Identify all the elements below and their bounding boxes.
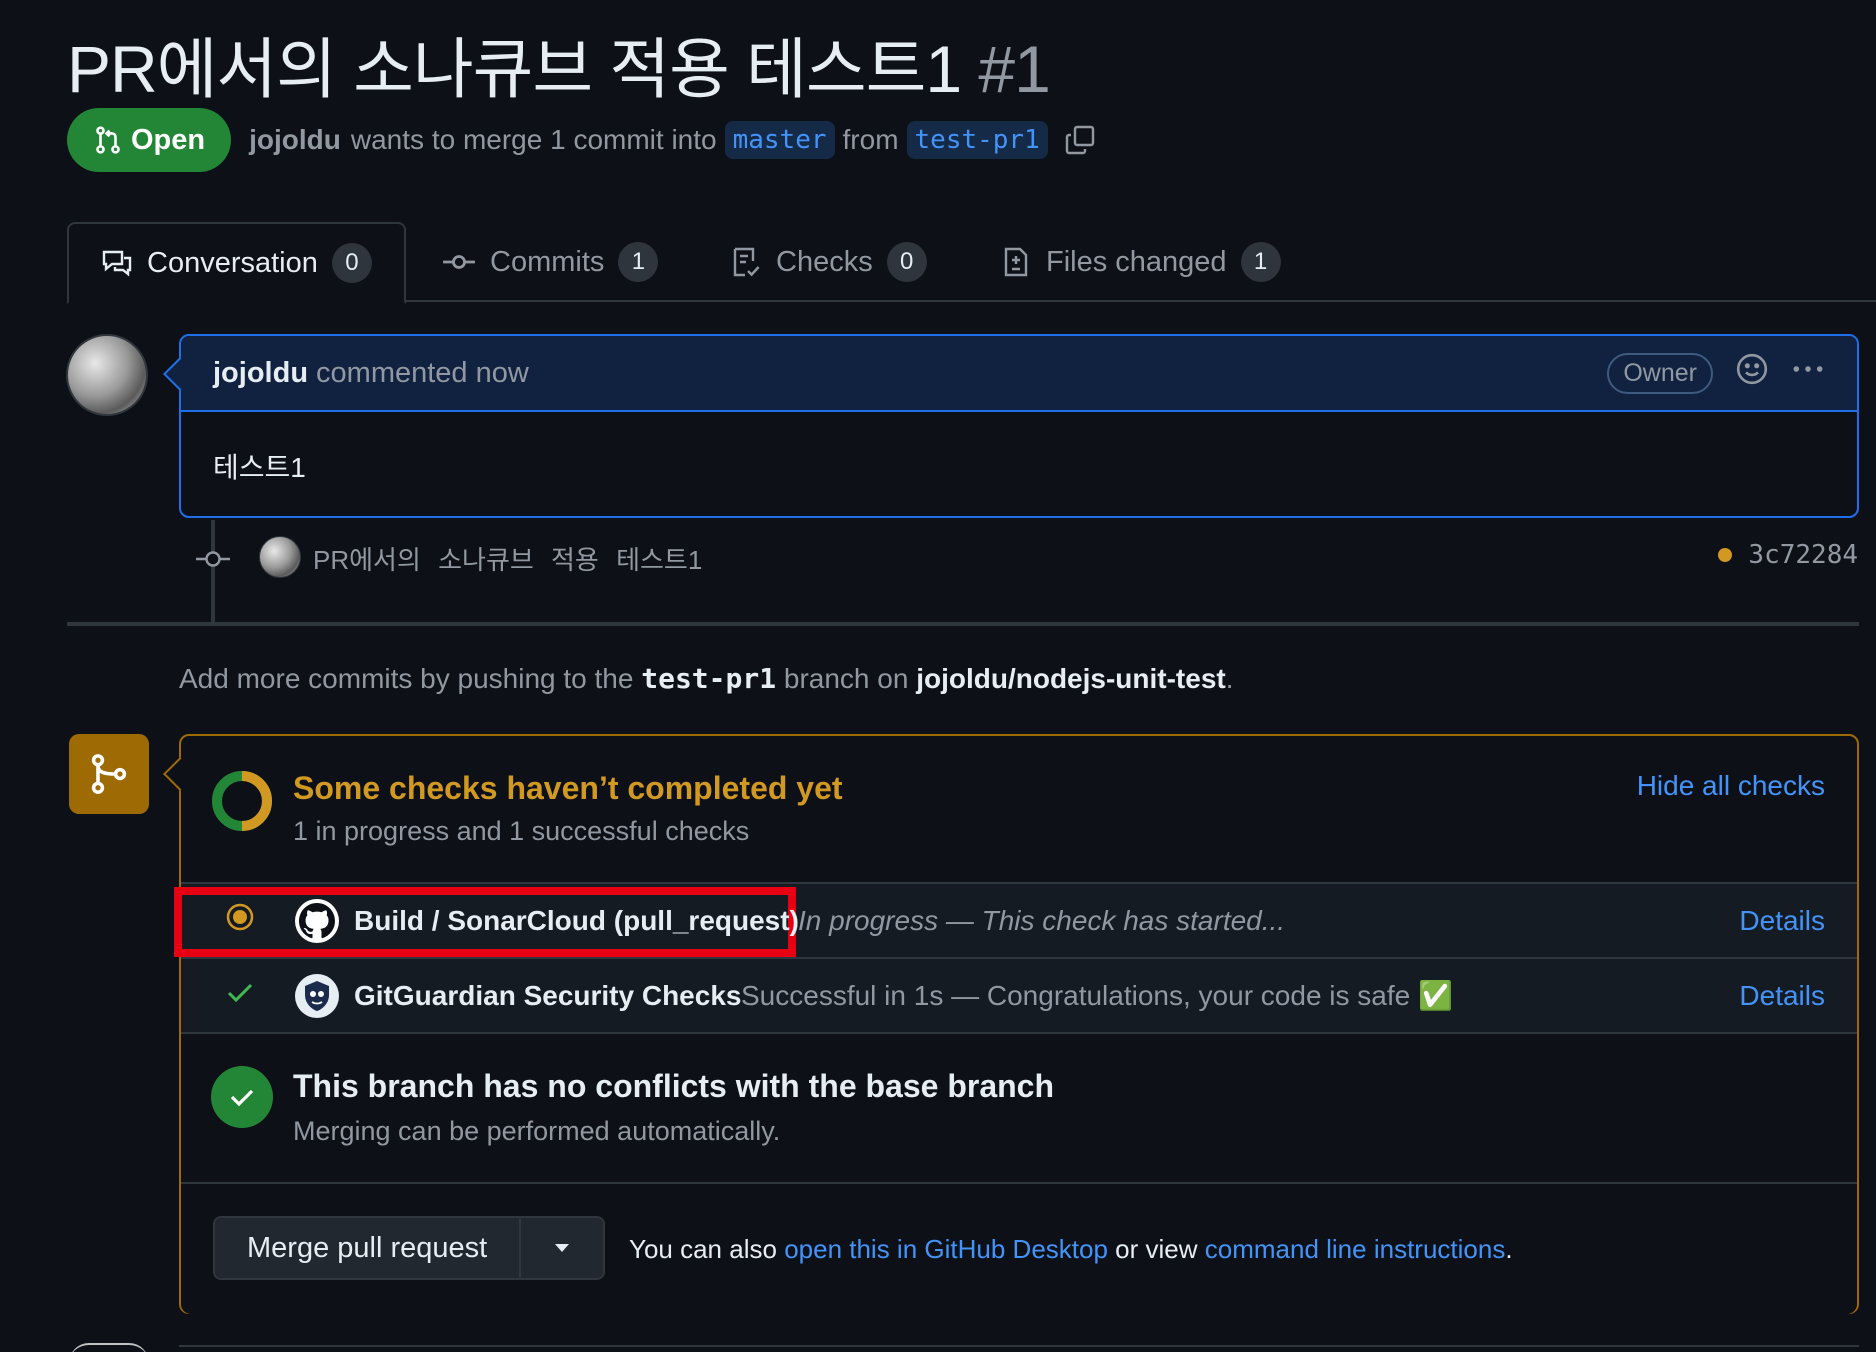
status-label: Open	[131, 123, 206, 156]
pr-title: PR에서의 소나큐브 적용 테스트1 #1	[67, 16, 1051, 112]
comment-author[interactable]: jojoldu	[213, 357, 308, 390]
git-merge-icon	[69, 734, 149, 814]
merge-hint-middle: or view	[1115, 1234, 1198, 1264]
merge-hint-prefix: You can also	[629, 1234, 777, 1264]
merge-method-dropdown[interactable]	[521, 1218, 603, 1278]
timeline-divider	[67, 622, 1859, 626]
check-row: Build / SonarCloud (pull_request) In pro…	[174, 884, 1857, 959]
pr-tabs: Conversation 0 Commits 1 Checks 0 Files …	[67, 222, 1876, 304]
tab-counter: 0	[886, 242, 927, 282]
conflicts-subtitle: Merging can be performed automatically.	[293, 1116, 781, 1146]
pr-title-text: PR에서의 소나큐브 적용 테스트1	[67, 32, 962, 106]
owner-badge: Owner	[1607, 352, 1713, 394]
push-hint-middle: branch on	[783, 663, 909, 694]
comment-time[interactable]: commented now	[316, 357, 529, 390]
check-name: GitGuardian Security Checks	[354, 979, 742, 1011]
command-line-instructions-link[interactable]: command line instructions	[1205, 1234, 1506, 1264]
commit-sha-row: 3c72284	[1718, 540, 1858, 570]
conversation-icon	[102, 250, 132, 277]
check-description: In progress — This check has started...	[798, 904, 1286, 936]
push-hint-repo: jojoldu/nodejs-unit-test	[916, 663, 1226, 694]
push-hint: Add more commits by pushing to the test-…	[179, 662, 1234, 695]
merge-hint: You can also open this in GitHub Desktop…	[629, 1234, 1513, 1265]
base-branch-label[interactable]: master	[724, 121, 835, 159]
hide-all-checks-link[interactable]: Hide all checks	[1637, 770, 1825, 802]
in-progress-icon	[225, 902, 255, 939]
tab-checks[interactable]: Checks 0	[730, 222, 927, 302]
pr-number: #1	[978, 32, 1050, 106]
tab-counter: 1	[618, 242, 659, 282]
check-circle-icon	[211, 1066, 273, 1128]
kebab-horizontal-icon[interactable]	[1791, 352, 1825, 394]
smiley-icon[interactable]	[1735, 352, 1769, 394]
merge-button-group: Merge pull request	[213, 1216, 606, 1280]
comment-header: jojoldu commented now Owner	[181, 336, 1857, 412]
merge-box: Some checks haven’t completed yet 1 in p…	[163, 734, 1859, 1314]
checks-header: Some checks haven’t completed yet 1 in p…	[181, 736, 1857, 884]
checks-subtitle: 1 in progress and 1 successful checks	[293, 816, 750, 846]
push-hint-branch: test-pr1	[641, 662, 777, 695]
commit-avatar[interactable]	[259, 536, 301, 578]
checks-progress-donut	[212, 771, 272, 831]
pr-meta: Open jojoldu wants to merge 1 commit int…	[67, 108, 1096, 172]
from-text: from	[842, 124, 899, 155]
tab-files-changed[interactable]: Files changed 1	[1000, 222, 1281, 302]
next-comment-box	[179, 1345, 1859, 1352]
tab-label: Conversation	[147, 246, 318, 279]
conflicts-section: This branch has no conflicts with the ba…	[181, 1036, 1857, 1184]
checklist-icon	[733, 247, 760, 277]
conflicts-title: This branch has no conflicts with the ba…	[293, 1068, 1055, 1104]
gitguardian-icon	[295, 973, 339, 1018]
push-hint-prefix: Add more commits by pushing to the	[179, 663, 634, 694]
check-icon	[225, 977, 255, 1014]
copy-icon[interactable]	[1064, 124, 1096, 156]
tab-counter: 1	[1240, 242, 1281, 282]
merge-actions: Merge pull request You can also open thi…	[181, 1184, 1857, 1314]
commit-message[interactable]: PR에서의 소나큐브 적용 테스트1	[313, 540, 702, 577]
avatar[interactable]	[66, 334, 148, 416]
details-link[interactable]: Details	[1739, 980, 1825, 1012]
tab-commits[interactable]: Commits 1	[442, 222, 659, 302]
check-row: GitGuardian Security Checks Successful i…	[181, 959, 1857, 1034]
triangle-down-icon	[555, 1244, 570, 1252]
details-link[interactable]: Details	[1739, 905, 1825, 937]
pull-request-icon	[96, 126, 120, 154]
comment-body: 테스트1	[213, 452, 306, 483]
github-icon	[295, 898, 339, 943]
commit-icon	[443, 255, 475, 269]
tab-label: Checks	[776, 245, 873, 278]
open-in-desktop-link[interactable]: open this in GitHub Desktop	[784, 1234, 1108, 1264]
tab-label: Files changed	[1046, 245, 1227, 278]
file-diff-icon	[1004, 247, 1028, 277]
pr-author-link[interactable]: jojoldu	[249, 124, 341, 156]
tab-label: Commits	[490, 245, 605, 278]
commit-sha[interactable]: 3c72284	[1748, 540, 1858, 570]
merge-text: wants to merge 1 commit into	[350, 124, 717, 155]
tab-counter: 0	[331, 243, 372, 283]
next-avatar	[69, 1343, 149, 1352]
push-hint-suffix: .	[1225, 663, 1234, 694]
tab-conversation[interactable]: Conversation 0	[67, 222, 406, 304]
merge-hint-suffix: .	[1505, 1234, 1513, 1264]
merge-pull-request-button[interactable]: Merge pull request	[215, 1218, 522, 1278]
comment-box: jojoldu commented now Owner 테스트1	[163, 334, 1859, 518]
checks-title: Some checks haven’t completed yet	[293, 770, 843, 806]
status-badge: Open	[67, 108, 232, 172]
check-name: Build / SonarCloud (pull_request)	[354, 904, 799, 936]
head-branch-label[interactable]: test-pr1	[906, 121, 1048, 159]
check-description: Successful in 1s — Congratulations, your…	[741, 980, 1453, 1011]
pending-dot-icon[interactable]	[1718, 548, 1733, 562]
commit-icon	[196, 546, 230, 577]
